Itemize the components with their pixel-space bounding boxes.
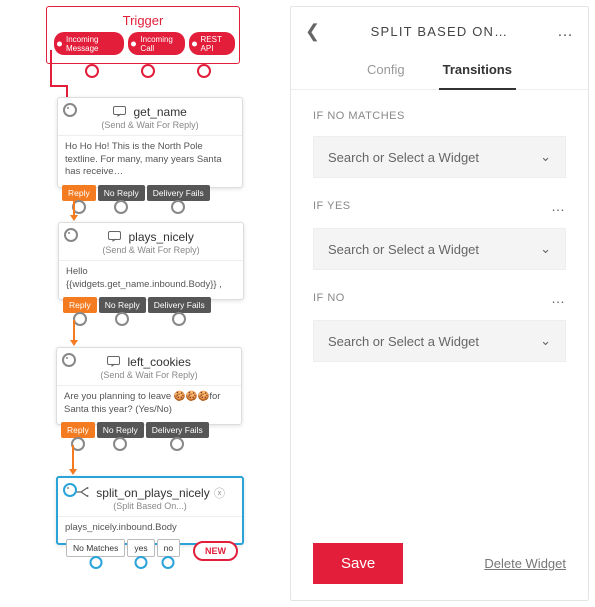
output-no[interactable]: no [157,539,180,557]
output-port[interactable] [172,312,186,326]
node-get_name[interactable]: get_name (Send & Wait For Reply) Ho Ho H… [57,97,243,188]
output-port[interactable] [114,200,128,214]
output-reply[interactable]: Reply [63,297,97,313]
section-label: IF NO MATCHES [313,110,405,122]
output-port[interactable] [89,556,102,569]
chevron-down-icon: ⌄ [540,333,551,349]
input-port[interactable] [64,228,78,242]
node-title: split_on_plays_nicely [96,486,209,500]
inspector-panel: ❮ SPLIT BASED ON… … Config Transitions I… [290,6,589,601]
more-options-button[interactable]: … [554,23,574,41]
chat-icon [113,106,126,120]
node-subtitle: (Send & Wait For Reply) [58,120,242,135]
trigger-port-1[interactable] [85,64,99,78]
section-options-button[interactable]: … [551,198,566,214]
section-yes: IF YES … Search or Select a Widget ⌄ [313,178,566,270]
output-delivery-fails[interactable]: Delivery Fails [148,297,211,313]
split-icon [75,487,89,501]
node-left_cookies[interactable]: left_cookies (Send & Wait For Reply) Are… [56,347,242,425]
chevron-down-icon: ⌄ [540,241,551,257]
node-plays_nicely[interactable]: plays_nicely (Send & Wait For Reply) Hel… [58,222,244,300]
trigger-port-2[interactable] [141,64,155,78]
dropdown-placeholder: Search or Select a Widget [328,150,479,165]
trigger-output-rest-api[interactable]: REST API [189,32,235,55]
widget-select-yes[interactable]: Search or Select a Widget ⌄ [313,228,566,270]
section-no-matches: IF NO MATCHES Search or Select a Widget … [313,90,566,178]
section-options-button[interactable]: … [551,290,566,306]
input-port[interactable] [63,483,77,497]
input-port[interactable] [62,353,76,367]
node-title: plays_nicely [128,230,193,244]
dropdown-placeholder: Search or Select a Widget [328,242,479,257]
tab-transitions[interactable]: Transitions [441,54,514,89]
output-no-matches[interactable]: No Matches [66,539,125,557]
section-no: IF NO … Search or Select a Widget ⌄ [313,270,566,362]
output-no-reply[interactable]: No Reply [98,185,145,201]
output-no-reply[interactable]: No Reply [97,422,144,438]
flow-canvas[interactable]: Trigger Incoming Message Incoming Call R… [0,0,290,607]
connector-left_cookies-split [66,445,76,479]
output-reply[interactable]: Reply [61,422,95,438]
chat-icon [108,231,121,245]
panel-title: SPLIT BASED ON… [325,24,554,39]
node-title: left_cookies [127,355,190,369]
output-port[interactable] [171,200,185,214]
output-port[interactable] [113,437,127,451]
section-label: IF YES [313,200,351,212]
node-body: Hello {{widgets.get_name.inbound.Body}} … [59,260,243,300]
node-body: Are you planning to leave 🍪🍪🍪for Santa t… [57,385,241,425]
trigger-port-3[interactable] [197,64,211,78]
new-badge[interactable]: NEW [193,541,238,561]
output-port[interactable] [170,437,184,451]
dropdown-placeholder: Search or Select a Widget [328,334,479,349]
node-split_on_plays_nicely[interactable]: split_on_plays_nicely ⓧ (Split Based On.… [56,476,244,545]
widget-select-no[interactable]: Search or Select a Widget ⌄ [313,320,566,362]
connector-plays_nicely-left_cookies [67,320,77,350]
input-port[interactable] [63,103,77,117]
trigger-output-incoming-call[interactable]: Incoming Call [128,32,184,55]
tab-bar: Config Transitions [291,54,588,90]
chat-icon [107,356,120,370]
tab-config[interactable]: Config [365,54,407,89]
delete-widget-link[interactable]: Delete Widget [484,556,566,571]
back-button[interactable]: ❮ [305,21,325,42]
output-delivery-fails[interactable]: Delivery Fails [147,185,210,201]
node-subtitle: (Send & Wait For Reply) [57,370,241,385]
output-no-reply[interactable]: No Reply [99,297,146,313]
output-port[interactable] [134,556,147,569]
output-yes[interactable]: yes [127,539,154,557]
output-port[interactable] [115,312,129,326]
chevron-down-icon: ⌄ [540,149,551,165]
panel-scroll[interactable]: IF NO MATCHES Search or Select a Widget … [291,90,588,529]
close-icon[interactable]: ⓧ [214,488,225,500]
connector-get_name-plays_nicely [67,195,77,225]
node-subtitle: (Split Based On...) [58,501,242,516]
output-port[interactable] [162,556,175,569]
node-subtitle: (Send & Wait For Reply) [59,245,243,260]
save-button[interactable]: Save [313,543,403,584]
trigger-title: Trigger [47,7,239,32]
output-delivery-fails[interactable]: Delivery Fails [146,422,209,438]
node-body: Ho Ho Ho! This is the North Pole textlin… [58,135,242,187]
widget-select-no-matches[interactable]: Search or Select a Widget ⌄ [313,136,566,178]
section-label: IF NO [313,292,345,304]
node-title: get_name [133,105,186,119]
